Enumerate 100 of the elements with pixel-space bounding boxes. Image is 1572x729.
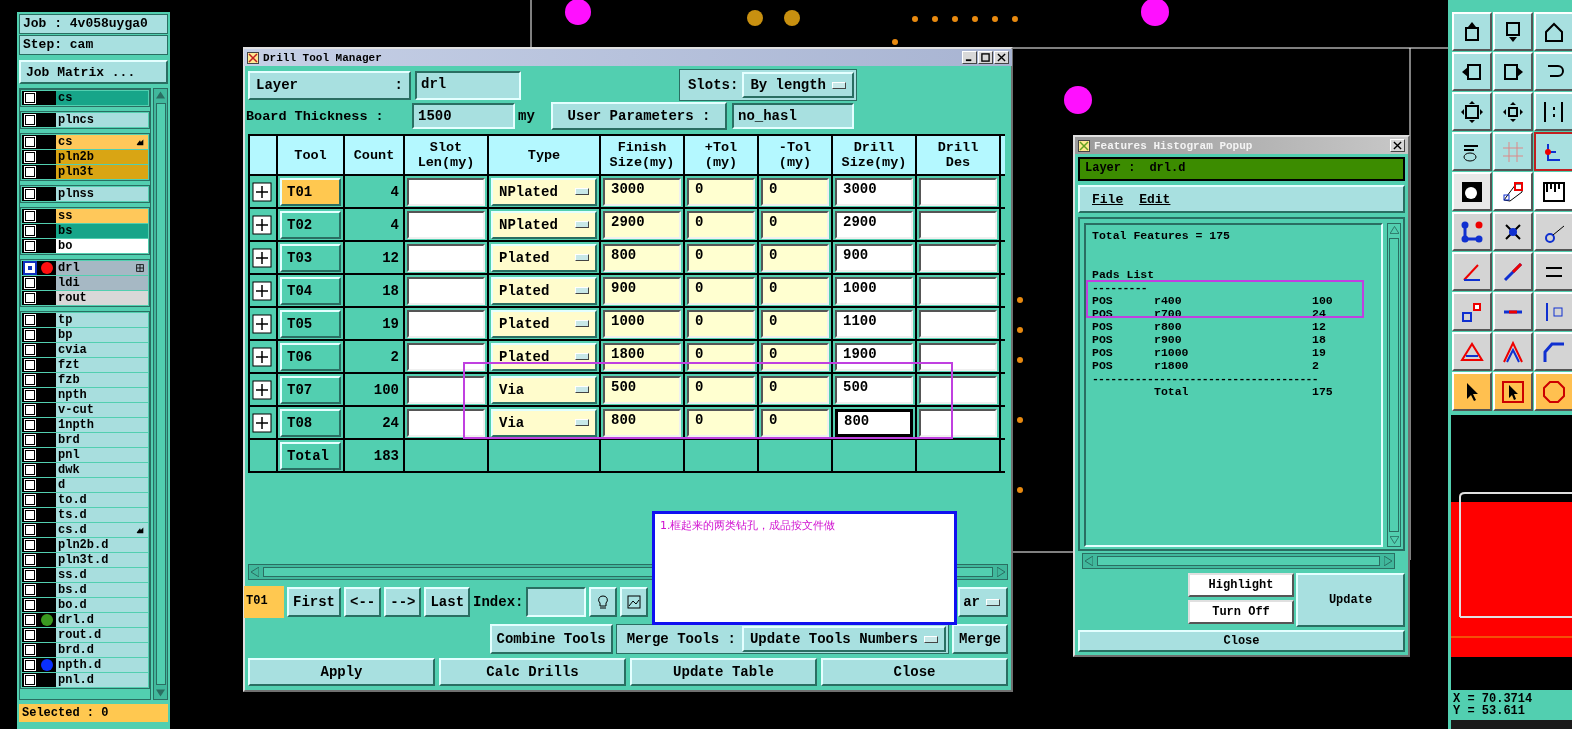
merge-button[interactable]: Merge (952, 624, 1008, 654)
layer-name[interactable]: to.d (56, 493, 148, 507)
layer-name[interactable]: dwk (56, 463, 148, 477)
tool-button[interactable]: T07 (280, 375, 341, 404)
layer-checkbox[interactable] (25, 435, 35, 445)
drill-size-field[interactable]: 1900 (835, 342, 913, 371)
drill-size-field[interactable]: 900 (835, 243, 913, 272)
layer-name[interactable]: 1npth (56, 418, 148, 432)
minus-tolerance-field[interactable]: 0 (761, 342, 829, 371)
layer-name[interactable]: rout (56, 291, 148, 305)
layer-checkbox[interactable] (25, 480, 35, 490)
drill-des-field[interactable] (919, 243, 997, 272)
slot-length-field[interactable] (407, 375, 485, 404)
layer-name[interactable]: drl.d (56, 613, 148, 627)
index-field[interactable] (526, 587, 587, 617)
plus-tolerance-field[interactable]: 0 (687, 243, 755, 272)
slot-length-field[interactable] (407, 210, 485, 239)
drill-des-field[interactable] (919, 177, 997, 206)
minus-tolerance-field[interactable]: 0 (761, 375, 829, 404)
layer-name[interactable]: rout.d (56, 628, 148, 642)
drill-size-field[interactable]: 3000 (835, 177, 913, 206)
drill-des-field[interactable] (919, 342, 997, 371)
navigation-button[interactable]: <-- (344, 587, 382, 617)
layer-checkbox[interactable] (25, 465, 35, 475)
layer-name[interactable]: brd (56, 433, 148, 447)
drill-des-field[interactable] (919, 408, 997, 437)
layer-checkbox[interactable] (25, 615, 35, 625)
layer-name[interactable]: pnl.d (56, 673, 148, 687)
expand-icon[interactable] (252, 379, 272, 400)
action-button[interactable]: Close (821, 658, 1008, 686)
tool-button[interactable]: T08 (280, 408, 341, 437)
drill-des-field[interactable] (919, 276, 997, 305)
close-button[interactable]: Close (1078, 630, 1405, 652)
layer-name[interactable]: npth (56, 388, 148, 402)
drill-des-field[interactable] (919, 309, 997, 338)
plus-tolerance-field[interactable]: 0 (687, 408, 755, 437)
finish-size-field[interactable]: 1000 (603, 309, 681, 338)
expand-icon[interactable] (252, 313, 272, 334)
drill-size-field[interactable]: 500 (835, 375, 913, 404)
finish-size-field[interactable]: 2900 (603, 210, 681, 239)
drill-size-field[interactable]: 2900 (835, 210, 913, 239)
plus-tolerance-field[interactable]: 0 (687, 342, 755, 371)
layer-name[interactable]: plnss (56, 187, 148, 201)
layer-checkbox[interactable] (25, 450, 35, 460)
layer-name[interactable]: cvia (56, 343, 148, 357)
layer-name[interactable]: bo (56, 239, 148, 253)
arrow-up-icon[interactable] (1389, 226, 1399, 234)
tool-button[interactable]: T06 (280, 342, 341, 371)
layer-checkbox[interactable] (25, 495, 35, 505)
action-button[interactable]: Apply (248, 658, 435, 686)
layer-checkbox[interactable] (25, 375, 35, 385)
update-button[interactable]: Update (1296, 573, 1405, 627)
layer-name[interactable]: ss (56, 209, 148, 223)
type-dropdown[interactable]: Via (491, 408, 597, 437)
layer-checkbox[interactable] (25, 645, 35, 655)
expand-icon[interactable] (252, 412, 272, 433)
tool-button[interactable]: T01 (280, 177, 341, 206)
layer-checkbox[interactable] (25, 360, 35, 370)
slot-length-field[interactable] (407, 276, 485, 305)
scrollbar[interactable] (1387, 223, 1401, 547)
user-parameters-button[interactable]: User Parameters : (551, 102, 727, 130)
tool-button[interactable]: T05 (280, 309, 341, 338)
plus-tolerance-field[interactable]: 0 (687, 177, 755, 206)
layer-checkbox[interactable] (25, 630, 35, 640)
expand-icon[interactable] (252, 280, 272, 301)
slot-length-field[interactable] (407, 243, 485, 272)
layer-name[interactable]: cs (56, 91, 148, 105)
layer-checkbox[interactable] (25, 555, 35, 565)
merge-mode-dropdown[interactable]: Update Tools Numbers (741, 626, 946, 652)
minus-tolerance-field[interactable]: 0 (761, 177, 829, 206)
layer-name[interactable]: pln3t.d (56, 553, 148, 567)
layer-checkbox[interactable] (25, 211, 35, 221)
layer-checkbox[interactable] (25, 585, 35, 595)
expand-icon[interactable] (252, 247, 272, 268)
drill-des-field[interactable] (919, 375, 997, 404)
layer-name[interactable]: v-cut (56, 403, 148, 417)
plus-tolerance-field[interactable]: 0 (687, 276, 755, 305)
type-dropdown[interactable]: NPlated (491, 210, 597, 239)
slots-dropdown[interactable]: By length (742, 72, 854, 98)
layer-name[interactable]: cs (56, 135, 148, 149)
layer-name[interactable]: brd.d (56, 643, 148, 657)
layer-checkbox[interactable] (25, 241, 35, 251)
finish-size-field[interactable]: 1800 (603, 342, 681, 371)
job-matrix-button[interactable]: Job Matrix ... (19, 60, 168, 84)
minus-tolerance-field[interactable]: 0 (761, 210, 829, 239)
layer-checkbox[interactable] (25, 167, 35, 177)
turn-off-button[interactable]: Turn Off (1188, 600, 1294, 624)
layer-button[interactable]: Layer : (248, 70, 411, 100)
close-button[interactable] (1390, 139, 1405, 152)
layer-name[interactable]: ldi (56, 276, 148, 290)
menu-item[interactable]: File (1092, 191, 1124, 207)
layer-name[interactable]: bp (56, 328, 148, 342)
layer-checkbox[interactable] (25, 189, 35, 199)
layer-checkbox[interactable] (25, 278, 35, 288)
plus-tolerance-field[interactable]: 0 (687, 375, 755, 404)
finish-size-field[interactable]: 900 (603, 276, 681, 305)
layer-name[interactable]: plncs (56, 113, 148, 127)
dropdown[interactable]: ar (958, 587, 1008, 617)
layer-checkbox[interactable] (25, 660, 35, 670)
thickness-field[interactable]: 1500 (412, 103, 515, 129)
